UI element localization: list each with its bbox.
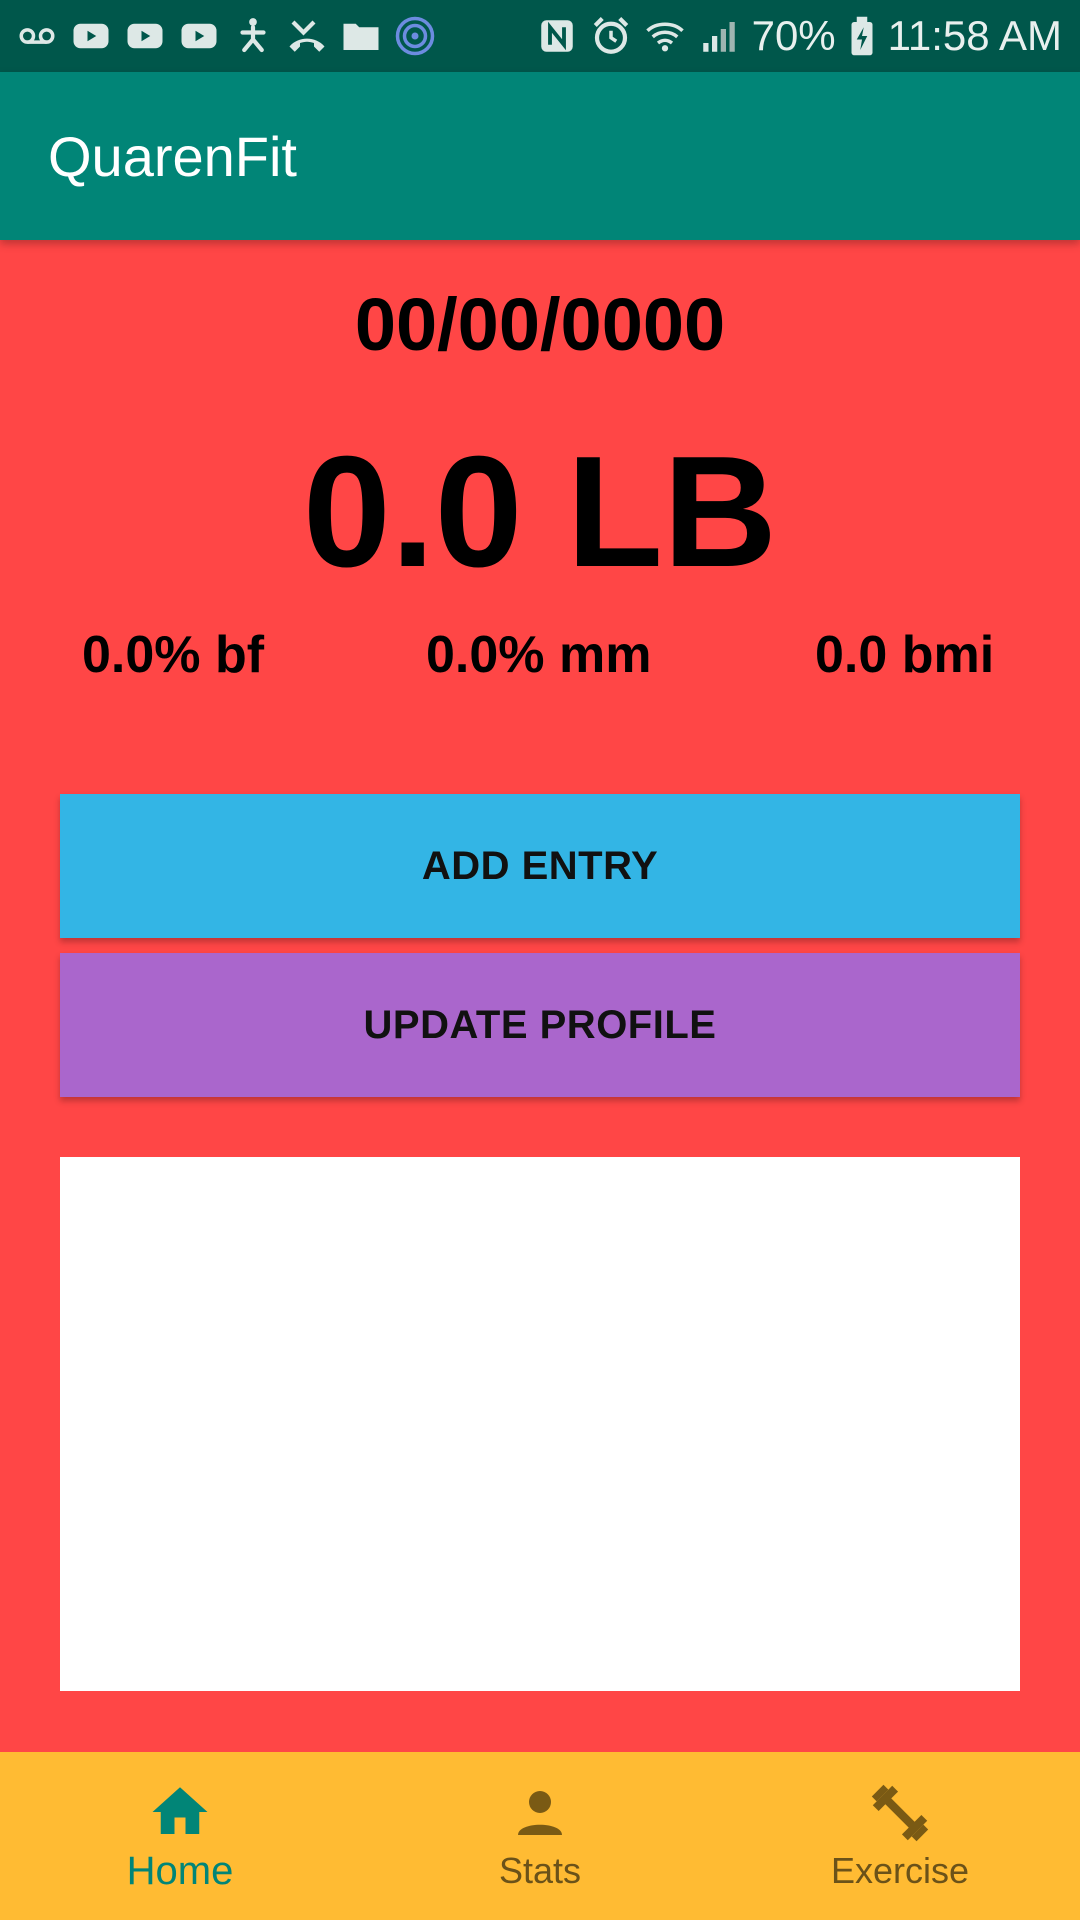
weight-value: 0.0 LB xyxy=(302,424,778,600)
status-bar: 70% 11:58 AM xyxy=(0,0,1080,72)
alarm-icon xyxy=(590,15,632,57)
body-fat-value: 0.0% bf xyxy=(82,626,265,684)
nav-stats[interactable]: Stats xyxy=(360,1752,720,1920)
nav-stats-label: Stats xyxy=(498,1850,582,1891)
home-icon xyxy=(152,1786,208,1834)
youtube-icon xyxy=(70,15,112,57)
battery-percent: 70% xyxy=(751,12,836,59)
nfc-icon xyxy=(536,15,578,57)
youtube-icon xyxy=(124,15,166,57)
app-bar: QuarenFit xyxy=(0,72,1080,240)
notification-icons xyxy=(16,15,436,57)
person-icon xyxy=(518,1791,562,1835)
folder-icon xyxy=(340,15,382,57)
system-icons: 70% 11:58 AM xyxy=(536,12,1062,60)
accessibility-icon xyxy=(232,15,274,57)
entries-panel xyxy=(60,1157,1020,1691)
signal-icon xyxy=(698,15,740,57)
app-notification-icon xyxy=(394,15,436,57)
entry-date: 00/00/0000 xyxy=(354,283,726,366)
bmi-value: 0.0 bmi xyxy=(815,626,995,684)
app-title: QuarenFit xyxy=(48,124,297,188)
update-profile-button[interactable]: UPDATE PROFILE xyxy=(60,953,1020,1097)
clock-time: 11:58 AM xyxy=(887,12,1062,59)
nav-exercise[interactable]: Exercise xyxy=(720,1752,1080,1920)
muscle-mass-value: 0.0% mm xyxy=(426,626,652,684)
voicemail-icon xyxy=(16,15,58,57)
nav-exercise-label: Exercise xyxy=(830,1850,970,1891)
battery-charging-icon xyxy=(848,15,876,57)
bottom-navigation: Home Stats Exercise xyxy=(0,1752,1080,1920)
nav-home[interactable]: Home xyxy=(0,1752,360,1920)
dumbbell-icon xyxy=(871,1784,929,1842)
youtube-icon xyxy=(178,15,220,57)
missed-call-icon xyxy=(286,15,328,57)
wifi-icon xyxy=(644,15,686,57)
nav-home-label: Home xyxy=(126,1848,234,1893)
add-entry-button[interactable]: ADD ENTRY xyxy=(60,794,1020,938)
metrics-row: 0.0% bf 0.0% mm 0.0 bmi xyxy=(0,625,1080,685)
